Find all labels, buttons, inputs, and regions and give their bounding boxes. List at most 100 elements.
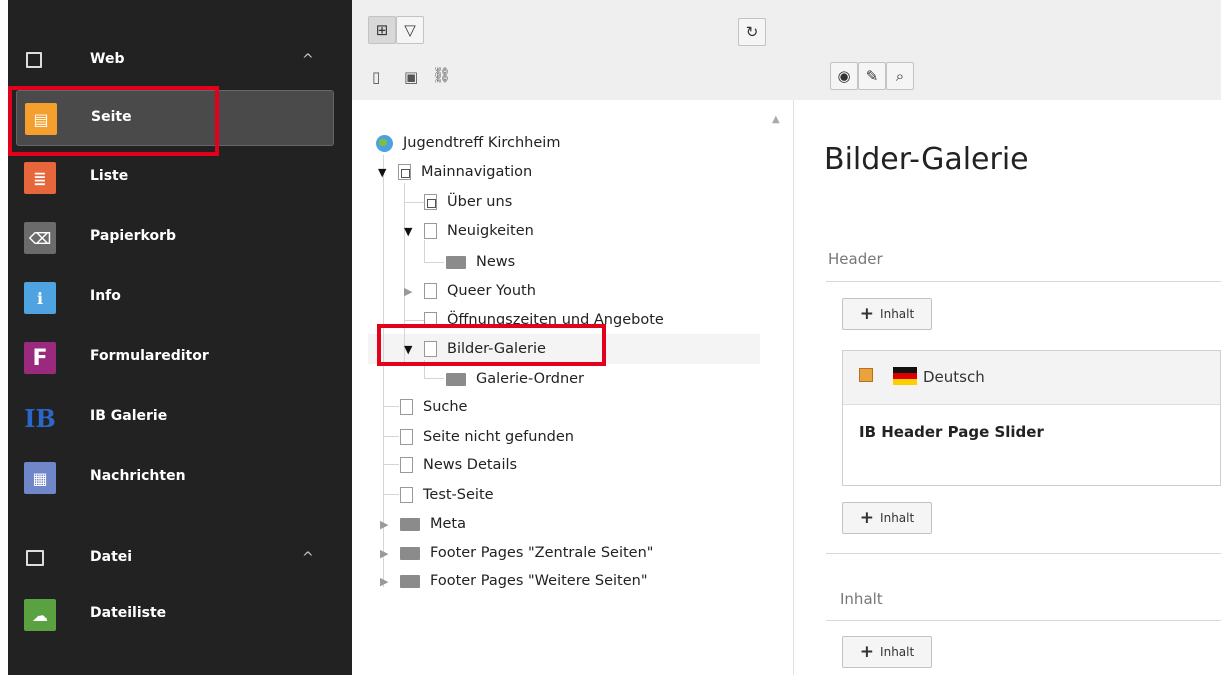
news-module-icon: ▦ (24, 462, 56, 494)
tree-node-label: Galerie-Ordner (476, 371, 585, 387)
filter-button[interactable]: ▽ (396, 16, 424, 44)
language-label: Deutsch (923, 368, 985, 386)
module-ib-galerie[interactable]: IB IB Galerie (24, 390, 346, 446)
tree-node-label: Neuigkeiten (447, 223, 534, 239)
module-formulareditor-label: Formulareditor (90, 348, 209, 364)
tree-node-footer-zentrale[interactable]: ▶ Footer Pages "Zentrale Seiten" (380, 540, 653, 566)
tree-node-news-details[interactable]: News Details (400, 452, 517, 478)
content-element[interactable]: Deutsch IB Header Page Slider (842, 350, 1221, 486)
tree-guide-line (424, 262, 444, 263)
tree-node-oeffnungszeiten[interactable]: Öffnungszeiten und Angebote (424, 307, 664, 333)
module-info-label: Info (90, 288, 121, 304)
web-group-label[interactable]: Web (90, 51, 124, 67)
refresh-button[interactable]: ↻ (738, 18, 766, 46)
expanded-triangle-icon[interactable]: ▼ (404, 225, 418, 238)
chevron-up-icon[interactable]: ^ (302, 52, 314, 68)
column-divider (826, 553, 1221, 554)
tree-toolbar: ⊞ ▽ ↻ ▯ ▣ ⛓ (352, 0, 794, 100)
tree-node-label: Über uns (447, 194, 513, 210)
folder-icon (446, 372, 466, 386)
module-nachrichten[interactable]: ▦ Nachrichten (24, 450, 346, 506)
tree-node-mainnavigation[interactable]: ▼ Mainnavigation (378, 159, 532, 185)
page-icon (424, 341, 437, 357)
expanded-triangle-icon[interactable]: ▼ (404, 343, 418, 356)
web-group-icon (26, 52, 42, 68)
tree-node-footer-weitere[interactable]: ▶ Footer Pages "Weitere Seiten" (380, 568, 648, 594)
shortcut-page-icon (424, 194, 437, 210)
file-group-icon (26, 550, 44, 566)
folder-icon (446, 255, 466, 269)
module-info[interactable]: i Info (24, 270, 346, 326)
tree-node-seite-nicht-gefunden[interactable]: Seite nicht gefunden (400, 424, 574, 450)
plus-icon: + (859, 304, 875, 324)
module-dateiliste-label: Dateiliste (90, 605, 167, 621)
column-header-label: Header (828, 250, 883, 268)
column-divider (826, 620, 1221, 621)
tree-guide-line (404, 202, 424, 203)
datei-group-label[interactable]: Datei (90, 549, 132, 565)
module-liste-label: Liste (90, 168, 129, 184)
content-element-header: Deutsch (843, 351, 1220, 405)
tree-node-label: Mainnavigation (421, 164, 533, 180)
plus-icon: + (859, 642, 875, 662)
view-page-button[interactable]: ◉ (830, 62, 858, 90)
module-liste[interactable]: ≣ Liste (24, 150, 346, 206)
module-papierkorb[interactable]: ⌫ Papierkorb (24, 210, 346, 266)
folder-icon (400, 517, 420, 531)
tree-node-neuigkeiten[interactable]: ▼ Neuigkeiten (404, 218, 534, 244)
ib-logo-icon: IB (24, 403, 56, 433)
page-type-icon[interactable]: ▯ (372, 68, 380, 86)
scroll-up-arrow-icon[interactable]: ▲ (772, 114, 780, 125)
globe-icon (376, 134, 393, 152)
list-module-icon: ≣ (24, 162, 56, 194)
page-icon (400, 429, 413, 445)
content-element-title: IB Header Page Slider (859, 423, 1044, 441)
module-dateiliste[interactable]: ☁ Dateiliste (24, 587, 346, 643)
tree-node-label: Suche (423, 399, 468, 415)
tree-node-test-seite[interactable]: Test-Seite (400, 482, 494, 508)
filelist-module-icon: ☁ (24, 599, 56, 631)
add-content-button[interactable]: + Inhalt (842, 502, 932, 534)
module-ib-galerie-label: IB Galerie (90, 408, 168, 424)
page-content-pane: ◉ ✎ ⌕ Bilder-Galerie Header + Inhalt Deut… (794, 0, 1221, 675)
tree-node-galerie-ordner[interactable]: Galerie-Ordner (446, 366, 584, 392)
chevron-up-icon[interactable]: ^ (302, 550, 314, 566)
tree-node-bilder-galerie[interactable]: ▼ Bilder-Galerie (404, 336, 546, 362)
column-inhalt-label: Inhalt (840, 590, 883, 608)
content-toolbar: ◉ ✎ ⌕ (794, 0, 1221, 100)
collapsed-triangle-icon[interactable]: ▶ (404, 285, 418, 298)
add-content-button[interactable]: + Inhalt (842, 636, 932, 668)
tree-node-label: Öffnungszeiten und Angebote (447, 312, 664, 328)
tree-node-ueber-uns[interactable]: Über uns (424, 189, 512, 215)
link-icon[interactable]: ⛓ (432, 66, 451, 84)
expanded-triangle-icon[interactable]: ▼ (378, 166, 392, 179)
plus-icon: + (859, 508, 875, 528)
add-content-button[interactable]: + Inhalt (842, 298, 932, 330)
module-formulareditor[interactable]: F Formulareditor (24, 330, 346, 386)
tree-node-meta[interactable]: ▶ Meta (380, 511, 466, 537)
module-seite[interactable]: ▤ Seite (16, 90, 334, 146)
tree-root-node[interactable]: Jugendtreff Kirchheim (376, 130, 560, 156)
tree-node-suche[interactable]: Suche (400, 394, 467, 420)
collapsed-triangle-icon[interactable]: ▶ (380, 575, 394, 588)
collapsed-triangle-icon[interactable]: ▶ (380, 547, 394, 560)
add-content-label: Inhalt (880, 645, 915, 659)
info-module-icon: i (24, 282, 56, 314)
module-seite-label: Seite (91, 109, 132, 125)
search-icon: ⌕ (895, 67, 905, 85)
shortcut-page-icon[interactable]: ▣ (404, 68, 418, 86)
new-page-toggle-button[interactable]: ⊞ (368, 16, 396, 44)
tree-guide-line (404, 320, 424, 321)
tree-guide-line (424, 378, 444, 379)
page-icon (424, 312, 437, 328)
tree-node-label: Queer Youth (447, 283, 536, 299)
folder-icon (400, 546, 420, 560)
collapsed-triangle-icon[interactable]: ▶ (380, 518, 394, 531)
search-button[interactable]: ⌕ (886, 62, 914, 90)
page-icon (424, 223, 437, 239)
page-title: Bilder-Galerie (824, 142, 1029, 177)
tree-node-news[interactable]: News (446, 249, 515, 275)
tree-node-queer-youth[interactable]: ▶ Queer Youth (404, 278, 536, 304)
edit-page-button[interactable]: ✎ (858, 62, 886, 90)
tree-guide-line (383, 406, 399, 407)
